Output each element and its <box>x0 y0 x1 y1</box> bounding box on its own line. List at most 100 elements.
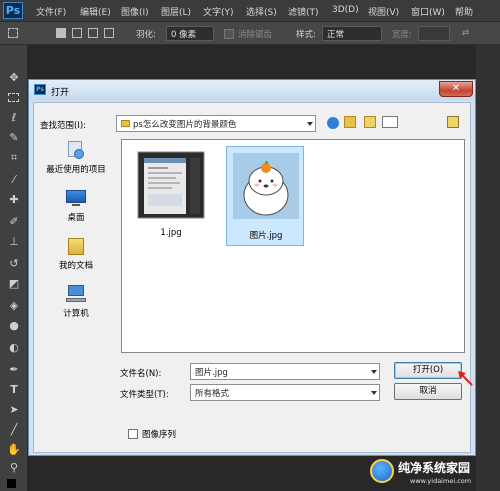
menu-edit[interactable]: 编辑(E) <box>80 5 111 18</box>
path-select-icon[interactable]: ➤ <box>7 403 21 417</box>
paint-bucket-icon[interactable]: ◈ <box>7 299 21 313</box>
healing-brush-icon[interactable]: ✚ <box>7 193 21 207</box>
file-item[interactable]: 1.jpg <box>132 146 210 246</box>
zoom-tool-icon[interactable]: ⚲ <box>7 461 21 475</box>
file-item-selected[interactable]: 图片.jpg <box>226 146 304 246</box>
places-bar: 最近使用的项目 桌面 我的文档 计算机 <box>39 141 113 341</box>
quick-select-icon[interactable]: ✎ <box>7 131 21 145</box>
open-button[interactable]: 打开(O) <box>394 362 462 379</box>
image-sequence-label: 图像序列 <box>142 430 177 440</box>
antialias-checkbox[interactable] <box>224 29 234 39</box>
menu-layer[interactable]: 图层(L) <box>161 5 191 18</box>
new-folder-icon[interactable] <box>364 116 376 128</box>
arrow-annotation-icon <box>458 371 473 386</box>
watermark-logo-icon <box>370 459 394 483</box>
menu-type[interactable]: 文字(Y) <box>203 5 234 18</box>
place-documents[interactable]: 我的文档 <box>39 237 113 281</box>
lookin-label: 查找范围(I): <box>40 121 87 131</box>
marquee-tool-icon[interactable] <box>8 93 19 102</box>
filename-label: 文件名(N): <box>120 369 162 379</box>
chevron-down-icon <box>371 391 377 395</box>
watermark-url: www.yidaimei.com <box>410 477 472 485</box>
filetype-value: 所有格式 <box>195 389 230 399</box>
add-selection-icon[interactable] <box>72 28 82 38</box>
documents-icon <box>66 237 86 255</box>
file-list: 1.jpg 图片.jpg <box>121 139 465 353</box>
watermark: 纯净系统家园 www.yidaimei.com <box>370 457 500 491</box>
eyedropper-icon[interactable]: ⁄ <box>7 173 21 187</box>
style-select[interactable]: 正常 <box>322 26 382 41</box>
close-button[interactable]: ✕ <box>439 81 473 97</box>
menu-3d[interactable]: 3D(D) <box>332 5 359 15</box>
menu-file[interactable]: 文件(F) <box>36 5 66 18</box>
recent-items-icon <box>66 141 86 159</box>
image-sequence-checkbox[interactable] <box>128 429 138 439</box>
subtract-selection-icon[interactable] <box>88 28 98 38</box>
place-label: 最近使用的项目 <box>46 165 106 175</box>
style-select-value: 正常 <box>327 30 345 40</box>
move-tool-icon[interactable]: ✥ <box>7 71 21 85</box>
place-label: 计算机 <box>63 309 89 319</box>
swap-icon[interactable]: ⇄ <box>462 28 469 38</box>
pen-tool-icon[interactable]: ✒ <box>7 363 21 377</box>
menu-bar: Ps 文件(F) 编辑(E) 图像(I) 图层(L) 文字(Y) 选择(S) 滤… <box>0 0 500 22</box>
tools-panel: ✥ ℓ ✎ ⌗ ⁄ ✚ ✐ ⊥ ↺ ◩ ◈ ● ◐ ✒ T ➤ ╱ ✋ ⚲ <box>0 45 28 491</box>
hand-tool-icon[interactable]: ✋ <box>7 443 21 457</box>
width-input[interactable] <box>418 26 450 41</box>
history-brush-icon[interactable]: ↺ <box>7 257 21 271</box>
right-panel-strip <box>476 45 500 491</box>
dialog-titlebar[interactable]: Ps 打开 ✕ <box>29 80 475 100</box>
place-desktop[interactable]: 桌面 <box>39 189 113 233</box>
file-name: 1.jpg <box>160 228 182 238</box>
blur-tool-icon[interactable]: ● <box>7 319 21 333</box>
place-label: 桌面 <box>67 213 85 223</box>
watermark-text: 纯净系统家园 <box>398 461 471 475</box>
folder-up-icon[interactable] <box>447 116 459 128</box>
file-name: 图片.jpg <box>249 231 283 241</box>
intersect-selection-icon[interactable] <box>104 28 114 38</box>
file-thumbnail <box>136 150 206 220</box>
place-label: 我的文档 <box>58 261 93 271</box>
place-recent[interactable]: 最近使用的项目 <box>39 141 113 185</box>
lookin-dropdown[interactable]: ps怎么改变图片的背景颜色 <box>116 115 316 132</box>
menu-window[interactable]: 窗口(W) <box>411 5 445 18</box>
width-label: 宽度: <box>392 30 412 40</box>
new-selection-icon[interactable] <box>56 28 66 38</box>
place-computer[interactable]: 计算机 <box>39 285 113 329</box>
back-icon[interactable] <box>327 117 339 129</box>
photoshop-icon: Ps <box>34 84 46 95</box>
feather-label: 羽化: <box>136 30 156 40</box>
filename-input[interactable]: 图片.jpg <box>190 363 380 380</box>
menu-filter[interactable]: 滤镜(T) <box>288 5 319 18</box>
filetype-label: 文件类型(T): <box>120 390 169 400</box>
filetype-select[interactable]: 所有格式 <box>190 384 380 401</box>
menu-image[interactable]: 图像(I) <box>121 5 149 18</box>
eraser-tool-icon[interactable]: ◩ <box>7 277 21 291</box>
menu-select[interactable]: 选择(S) <box>246 5 277 18</box>
lookin-value: ps怎么改变图片的背景颜色 <box>133 120 237 130</box>
file-thumbnail <box>231 151 301 221</box>
type-tool-icon[interactable]: T <box>7 383 21 397</box>
menu-view[interactable]: 视图(V) <box>368 5 399 18</box>
desktop-icon <box>66 189 86 207</box>
style-label: 样式: <box>296 30 316 40</box>
filename-value: 图片.jpg <box>195 368 228 378</box>
dialog-title: 打开 <box>51 88 70 98</box>
up-folder-icon[interactable] <box>344 116 356 128</box>
clone-stamp-icon[interactable]: ⊥ <box>7 235 21 249</box>
menu-help[interactable]: 帮助 <box>455 5 473 18</box>
computer-icon <box>66 285 86 303</box>
feather-input[interactable]: 0 像素 <box>166 26 214 41</box>
dodge-tool-icon[interactable]: ◐ <box>7 341 21 355</box>
foreground-color-icon[interactable] <box>7 479 16 488</box>
brush-tool-icon[interactable]: ✐ <box>7 215 21 229</box>
options-bar: 羽化: 0 像素 消除锯齿 样式: 正常 宽度: ⇄ <box>0 22 500 45</box>
crop-tool-icon[interactable]: ⌗ <box>7 151 21 165</box>
cancel-button[interactable]: 取消 <box>394 383 462 400</box>
view-menu-icon[interactable] <box>382 116 398 128</box>
lasso-tool-icon[interactable]: ℓ <box>7 111 21 125</box>
marquee-tool-icon[interactable] <box>8 28 18 38</box>
photoshop-logo: Ps <box>3 2 23 19</box>
open-dialog: Ps 打开 ✕ 查找范围(I): ps怎么改变图片的背景颜色 最近使用的项目 桌… <box>28 79 476 456</box>
line-tool-icon[interactable]: ╱ <box>7 423 21 437</box>
